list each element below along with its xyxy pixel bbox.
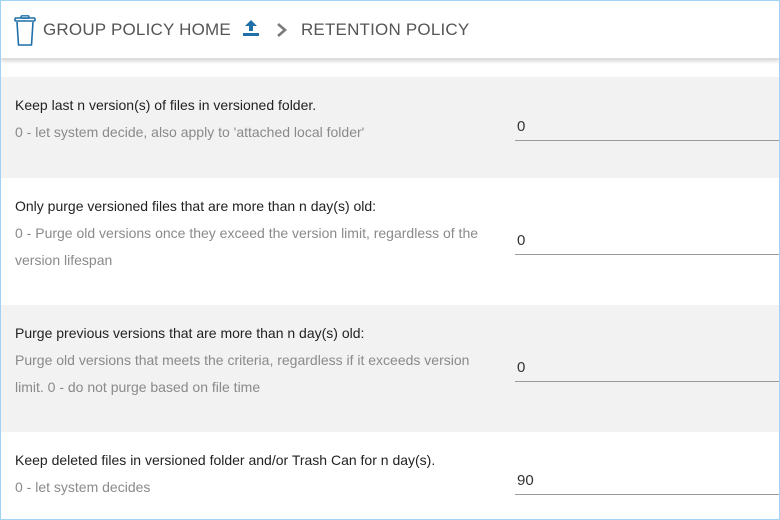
setting-title: Only purge versioned files that are more…	[15, 198, 377, 214]
setting-row-keep-versions: Keep last n version(s) of files in versi…	[1, 77, 779, 178]
keep-versions-input[interactable]	[515, 113, 779, 141]
setting-title: Keep deleted files in versioned folder a…	[15, 452, 436, 468]
chevron-right-icon	[277, 22, 287, 37]
upload-icon[interactable]	[241, 18, 261, 38]
trash-can-icon	[14, 14, 36, 46]
setting-description: 0 - let system decides	[15, 479, 151, 495]
setting-row-keep-deleted: Keep deleted files in versioned folder a…	[1, 432, 779, 519]
spacer-row	[1, 61, 779, 77]
setting-description: 0 - Purge old versions once they exceed …	[15, 225, 479, 268]
setting-description: Purge old versions that meets the criter…	[15, 352, 470, 395]
setting-title: Purge previous versions that are more th…	[15, 325, 365, 341]
setting-title: Keep last n version(s) of files in versi…	[15, 97, 317, 113]
setting-row-purge-previous: Purge previous versions that are more th…	[1, 305, 779, 432]
breadcrumb-home-link[interactable]: GROUP POLICY HOME	[43, 20, 231, 40]
setting-description: 0 - let system decide, also apply to 'at…	[15, 124, 365, 140]
purge-previous-input[interactable]	[515, 354, 779, 382]
header-breadcrumb-bar: GROUP POLICY HOME RETENTION POLICY	[1, 1, 779, 59]
breadcrumb-current: RETENTION POLICY	[300, 19, 470, 39]
app-window: GROUP POLICY HOME RETENTION POLICY Keep …	[0, 0, 780, 520]
keep-deleted-input[interactable]	[515, 467, 779, 495]
settings-list: Keep last n version(s) of files in versi…	[1, 61, 779, 519]
purge-min-age-input[interactable]	[515, 227, 779, 255]
setting-row-purge-min-age: Only purge versioned files that are more…	[1, 178, 779, 305]
